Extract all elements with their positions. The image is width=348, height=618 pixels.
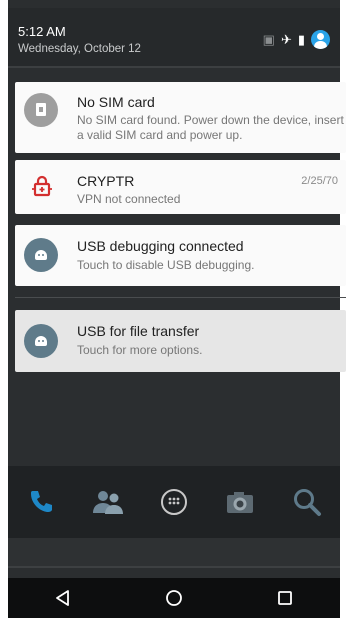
contacts-icon[interactable] bbox=[88, 482, 128, 522]
phone-icon[interactable] bbox=[21, 482, 61, 522]
notification-no-sim[interactable]: No SIM card No SIM card found. Power dow… bbox=[15, 82, 346, 153]
notification-usb-debugging[interactable]: USB debugging connected Touch to disable… bbox=[15, 225, 346, 286]
airplane-mode-icon: ✈ bbox=[280, 31, 292, 47]
apps-icon[interactable] bbox=[154, 482, 194, 522]
user-avatar-icon[interactable] bbox=[311, 30, 330, 49]
android-icon bbox=[24, 324, 58, 358]
notification-text: Touch to disable USB debugging. bbox=[77, 258, 255, 272]
screen-border-left bbox=[0, 0, 8, 618]
home-icon[interactable] bbox=[152, 580, 196, 616]
sim-card-icon bbox=[24, 93, 58, 127]
header-divider bbox=[8, 66, 340, 68]
clock-time: 5:12 AM bbox=[18, 24, 66, 39]
dock-divider bbox=[8, 566, 340, 568]
notification-usb-file-transfer[interactable]: USB for file transfer Touch for more opt… bbox=[15, 310, 346, 372]
navigation-bar bbox=[8, 578, 340, 618]
app-dock bbox=[8, 466, 340, 538]
search-icon[interactable] bbox=[287, 482, 327, 522]
notification-text: Touch for more options. bbox=[77, 343, 203, 357]
notification-time: 2/25/70 bbox=[301, 175, 338, 187]
notification-text: VPN not connected bbox=[77, 192, 181, 206]
camera-icon[interactable] bbox=[220, 482, 260, 522]
notification-text: No SIM card found. Power down the device… bbox=[77, 113, 344, 142]
quick-settings-header[interactable]: 5:12 AM Wednesday, October 12 ▣ ✈ ▮ bbox=[8, 8, 340, 66]
status-icons: ▣ ✈ ▮ bbox=[263, 30, 330, 49]
notification-title: USB debugging connected bbox=[77, 238, 244, 254]
date-text: Wednesday, October 12 bbox=[18, 43, 141, 55]
notification-title: No SIM card bbox=[77, 94, 155, 110]
back-icon[interactable] bbox=[41, 580, 85, 616]
notification-cryptr[interactable]: CRYPTR 2/25/70 VPN not connected bbox=[15, 160, 346, 214]
no-sim-icon: ▣ bbox=[262, 31, 275, 47]
home-screen-background bbox=[8, 538, 340, 566]
cryptr-lock-icon bbox=[32, 175, 52, 197]
recents-icon[interactable] bbox=[263, 580, 307, 616]
notification-divider bbox=[15, 297, 346, 298]
battery-icon: ▮ bbox=[297, 31, 305, 47]
notification-title: USB for file transfer bbox=[77, 323, 200, 339]
notification-title: CRYPTR bbox=[77, 173, 135, 189]
android-icon bbox=[24, 238, 58, 272]
